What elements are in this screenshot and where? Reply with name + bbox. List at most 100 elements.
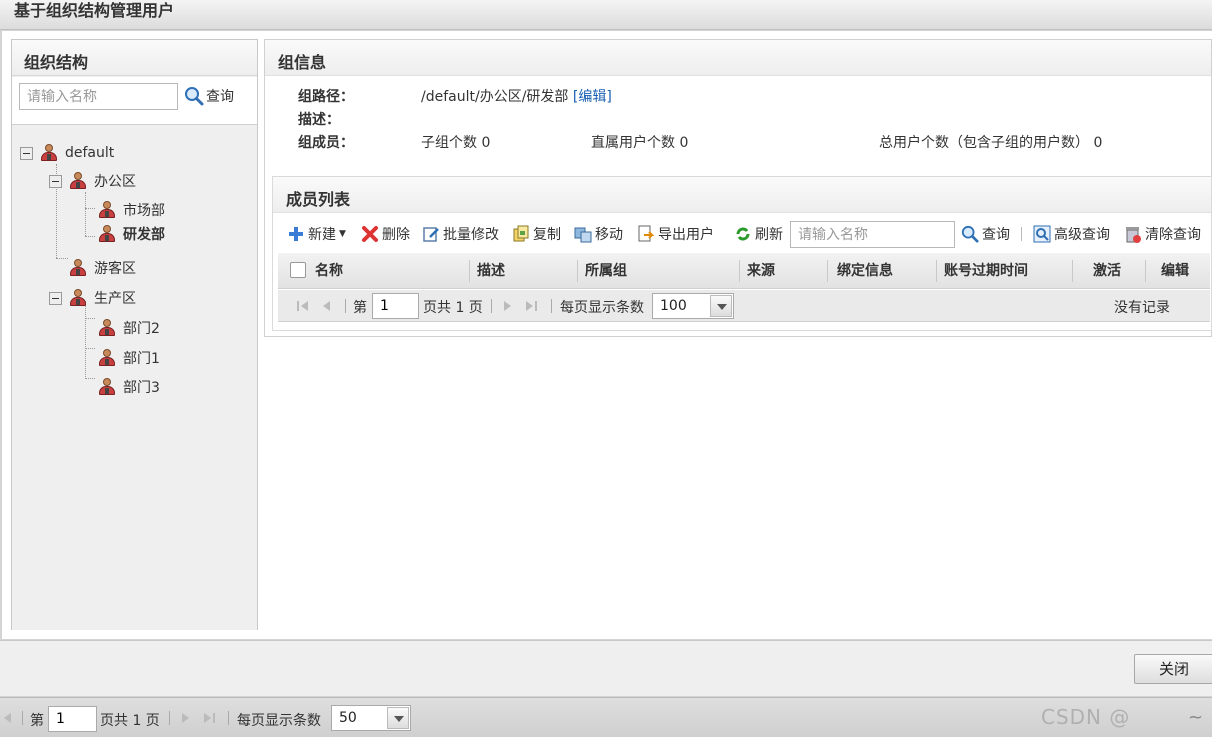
bg-per-page-select[interactable]: 50 xyxy=(331,705,411,731)
column-header-active[interactable]: 激活 xyxy=(1093,253,1121,289)
tree-node-guest[interactable]: 游客区 xyxy=(68,258,136,278)
column-header-expiry[interactable]: 账号过期时间 xyxy=(944,253,1028,289)
refresh-button[interactable]: 刷新 xyxy=(734,223,783,245)
prev-page-icon[interactable] xyxy=(320,299,334,313)
bg-per-page-label: 每页显示条数 xyxy=(237,713,321,729)
column-header-edit[interactable]: 编辑 xyxy=(1161,253,1189,289)
clear-query-button[interactable]: 清除查询 xyxy=(1124,223,1201,245)
org-search-button[interactable]: 查询 xyxy=(184,85,234,107)
move-icon xyxy=(574,227,592,243)
window-title: 基于组织结构管理用户 xyxy=(14,1,175,20)
user-group-icon xyxy=(97,319,117,337)
org-search-input[interactable] xyxy=(19,83,178,110)
member-query-button[interactable]: 查询 xyxy=(961,223,1010,245)
export-icon xyxy=(638,225,655,242)
subgroup-count: 子组个数 0 xyxy=(421,135,491,151)
edit-group-link[interactable]: [编辑] xyxy=(573,89,612,105)
window-title-bar: 基于组织结构管理用户 xyxy=(0,0,1212,30)
user-group-icon xyxy=(39,144,59,162)
first-page-icon[interactable] xyxy=(296,299,310,313)
page-number-input[interactable] xyxy=(372,293,419,319)
tree-node-label: default xyxy=(65,145,115,161)
group-desc-label: 描述： xyxy=(298,112,340,128)
bg-page-number-input[interactable] xyxy=(48,706,97,732)
dialog-content: 组织结构 查询 xyxy=(2,31,1212,639)
collapse-icon[interactable] xyxy=(20,146,33,160)
total-user-count: 总用户个数（包含子组的用户数） 0 xyxy=(879,135,1103,151)
tree-node-production[interactable]: 生产区 xyxy=(49,288,136,308)
user-group-icon xyxy=(97,201,117,219)
prev-page-icon[interactable] xyxy=(2,711,14,725)
delete-button[interactable]: 删除 xyxy=(361,223,410,245)
trash-icon xyxy=(1126,227,1141,243)
copy-button[interactable]: 复制 xyxy=(512,223,561,245)
new-button[interactable]: 新建 ▼ xyxy=(287,223,346,245)
column-header-name[interactable]: 名称 xyxy=(315,253,343,289)
group-path-label: 组路径： xyxy=(298,89,354,105)
user-group-icon xyxy=(97,349,117,367)
next-page-icon[interactable] xyxy=(500,299,514,313)
chevron-down-icon[interactable] xyxy=(387,707,409,729)
column-header-binding[interactable]: 绑定信息 xyxy=(837,253,893,289)
advanced-search-icon xyxy=(1033,225,1051,243)
tree-node-office[interactable]: 办公区 xyxy=(49,171,136,191)
tree-node-default[interactable]: default xyxy=(20,143,114,163)
search-icon xyxy=(961,225,979,243)
user-group-icon xyxy=(97,378,117,396)
export-users-button[interactable]: 导出用户 xyxy=(637,223,714,245)
tree-node-dept2[interactable]: 部门2 xyxy=(97,318,160,338)
search-icon xyxy=(185,87,204,106)
move-button[interactable]: 移动 xyxy=(574,223,623,245)
member-search-input[interactable] xyxy=(790,221,955,248)
per-page-select[interactable]: 100 xyxy=(652,293,734,319)
background-pager: 第 页共 1 页 每页显示条数 50 CSDN @ ~ xyxy=(0,697,1212,737)
column-header-source[interactable]: 来源 xyxy=(747,253,775,289)
batch-edit-button[interactable]: 批量修改 xyxy=(422,223,499,245)
group-info-title: 组信息 xyxy=(278,53,327,72)
chevron-down-icon[interactable] xyxy=(710,295,732,317)
tree-node-label: 办公区 xyxy=(94,174,136,190)
member-grid-header: 名称 描述 所属组 来源 绑定信息 账号过期时间 激活 编辑 xyxy=(278,253,1210,289)
tree-node-dept3[interactable]: 部门3 xyxy=(97,377,160,397)
collapse-icon[interactable] xyxy=(49,291,62,305)
per-page-label: 每页显示条数 xyxy=(560,300,644,316)
tree-node-label: 市场部 xyxy=(123,203,165,219)
dropdown-arrow-icon: ▼ xyxy=(339,229,346,239)
tree-node-market[interactable]: 市场部 xyxy=(97,200,165,220)
copy-icon xyxy=(513,225,529,242)
user-group-icon xyxy=(68,259,88,277)
user-group-icon xyxy=(97,225,117,243)
next-page-icon[interactable] xyxy=(178,711,192,725)
org-search-button-label: 查询 xyxy=(206,89,234,105)
collapse-icon[interactable] xyxy=(49,174,62,188)
org-search-row: 查询 xyxy=(12,77,257,125)
batch-edit-icon xyxy=(423,227,439,242)
bg-page-prefix: 第 xyxy=(30,713,44,729)
tree-node-rd[interactable]: 研发部 xyxy=(97,224,165,244)
column-header-group[interactable]: 所属组 xyxy=(585,253,627,289)
org-tree: default 办公区 市场部 研发部 游客区 生产区 部门2 部门1 部门3 xyxy=(12,128,257,630)
member-list-title: 成员列表 xyxy=(286,190,351,209)
org-structure-header: 组织结构 xyxy=(12,40,257,76)
tree-node-label: 部门1 xyxy=(123,351,160,367)
close-button[interactable]: 关闭 xyxy=(1134,654,1212,684)
direct-user-count: 直属用户个数 0 xyxy=(591,135,689,151)
empty-records-text: 没有记录 xyxy=(1114,300,1170,316)
last-page-icon[interactable] xyxy=(524,299,538,313)
plus-icon xyxy=(289,227,303,241)
select-all-checkbox[interactable] xyxy=(290,262,306,278)
column-header-desc[interactable]: 描述 xyxy=(477,253,505,289)
group-info-header: 组信息 xyxy=(265,40,1211,76)
refresh-icon xyxy=(736,227,750,241)
tree-node-label: 游客区 xyxy=(94,261,136,277)
watermark-text: CSDN @ xyxy=(1041,705,1131,729)
group-path-value: /default/办公区/研发部 [编辑] xyxy=(421,89,612,105)
tree-node-label: 部门2 xyxy=(123,321,160,337)
advanced-query-button[interactable]: 高级查询 xyxy=(1033,223,1110,245)
tree-node-dept1[interactable]: 部门1 xyxy=(97,348,160,368)
last-page-icon[interactable] xyxy=(202,711,216,725)
page-total: 页共 1 页 xyxy=(423,300,483,316)
org-structure-panel: 组织结构 查询 xyxy=(11,39,258,630)
dialog-footer: 关闭 xyxy=(0,640,1212,696)
bg-page-total: 页共 1 页 xyxy=(100,713,160,729)
